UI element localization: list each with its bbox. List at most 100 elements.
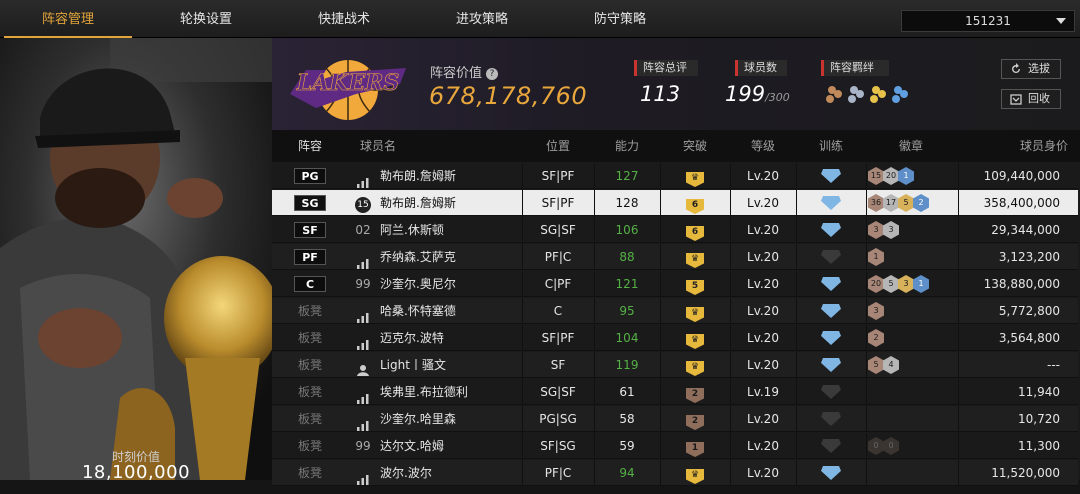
table-row[interactable]: 板凳 Light丨骚文 SF 119 ♛ Lv.20 5 4 --- xyxy=(272,352,1078,378)
breakthrough-cell[interactable]: 6 xyxy=(660,217,730,243)
training-cell[interactable] xyxy=(796,298,866,324)
breakthrough-cell[interactable]: ♛ xyxy=(660,163,730,189)
col-price[interactable]: 球员身价 xyxy=(958,130,1068,162)
col-breakthrough[interactable]: 突破 xyxy=(660,130,730,162)
player-name[interactable]: 哈桑.怀特塞德 xyxy=(380,298,520,324)
lineup-slot[interactable]: 板凳 xyxy=(272,298,348,324)
training-cell[interactable] xyxy=(796,190,866,216)
col-lineup[interactable]: 阵容 xyxy=(272,130,348,162)
table-row[interactable]: SF 02 阿兰.休斯顿 SG|SF 106 6 Lv.20 3 3 29,344,000 xyxy=(272,217,1078,243)
table-row[interactable]: 板凳 迈克尔.波特 SF|PF 104 ♛ Lv.20 2 3,564,800 xyxy=(272,325,1078,351)
breakthrough-cell[interactable]: 2 xyxy=(660,406,730,432)
lineup-slot[interactable]: 板凳 xyxy=(272,433,348,459)
table-row[interactable]: 板凳 沙奎尔.哈里森 PG|SG 58 2 Lv.20 10,720 xyxy=(272,406,1078,432)
lineup-slot[interactable]: SG xyxy=(272,190,348,216)
col-training[interactable]: 训练 xyxy=(796,130,866,162)
badge-list[interactable]: 20 5 3 1 xyxy=(868,271,960,297)
breakthrough-cell[interactable]: 5 xyxy=(660,271,730,297)
table-row[interactable]: PG 勒布朗.詹姆斯 SF|PF 127 ♛ Lv.20 15 20 1 109,440,000 xyxy=(272,163,1078,189)
breakthrough-cell[interactable]: 6 xyxy=(660,190,730,216)
breakthrough-cell[interactable]: ♛ xyxy=(660,298,730,324)
bench-label: 板凳 xyxy=(297,358,322,372)
lineup-slot[interactable]: PF xyxy=(272,244,348,270)
training-cell[interactable] xyxy=(796,433,866,459)
table-row[interactable]: 板凳 埃弗里.布拉德利 SG|SF 61 2 Lv.19 11,940 xyxy=(272,379,1078,405)
tab-lineup-management[interactable]: 阵容管理 xyxy=(0,0,136,38)
table-row[interactable]: C 99 沙奎尔.奥尼尔 C|PF 121 5 Lv.20 20 5 3 1 138,880,000 xyxy=(272,271,1078,297)
col-ability[interactable]: 能力 xyxy=(594,130,660,162)
lineup-slot[interactable]: 板凳 xyxy=(272,406,348,432)
table-row[interactable]: 板凳 波尔.波尔 PF|C 94 ♛ Lv.20 11,520,000 xyxy=(272,460,1078,486)
training-cell[interactable] xyxy=(796,163,866,189)
player-name[interactable]: 沙奎尔.哈里森 xyxy=(380,406,520,432)
player-ability: 94 xyxy=(619,466,635,480)
table-row[interactable]: 板凳 哈桑.怀特塞德 C 95 ♛ Lv.20 3 5,772,800 xyxy=(272,298,1078,324)
table-row[interactable]: SG 15 勒布朗.詹姆斯 SF|PF 128 6 Lv.20 36 17 5 2 358,400,0… xyxy=(272,190,1078,216)
player-name[interactable]: 勒布朗.詹姆斯 xyxy=(380,190,520,216)
player-name[interactable]: 乔纳森.艾萨克 xyxy=(380,244,520,270)
badge-list[interactable]: 36 17 5 2 xyxy=(868,190,960,216)
training-cell[interactable] xyxy=(796,406,866,432)
table-row[interactable]: PF 乔纳森.艾萨克 PF|C 88 ♛ Lv.20 1 3,123,200 xyxy=(272,244,1078,270)
lineup-slot[interactable]: 板凳 xyxy=(272,379,348,405)
player-name[interactable]: 迈克尔.波特 xyxy=(380,325,520,351)
tab-quick-tactics[interactable]: 快捷战术 xyxy=(276,0,412,38)
training-cell[interactable] xyxy=(796,352,866,378)
tab-rotation-settings[interactable]: 轮换设置 xyxy=(138,0,274,38)
badge-list[interactable] xyxy=(868,460,960,486)
badge-list[interactable]: 2 xyxy=(868,325,960,351)
breakthrough-cell[interactable]: ♛ xyxy=(660,460,730,486)
player-name[interactable]: 波尔.波尔 xyxy=(380,460,520,486)
badge-hex-icon: 2 xyxy=(868,329,884,347)
breakthrough-cell[interactable]: ♛ xyxy=(660,244,730,270)
help-icon[interactable]: ? xyxy=(486,68,499,80)
training-cell[interactable] xyxy=(796,379,866,405)
badge-list[interactable]: 1 xyxy=(868,244,960,270)
badge-list[interactable]: 33 xyxy=(868,217,960,243)
badge-list[interactable]: 3 xyxy=(868,298,960,324)
col-name[interactable]: 球员名 xyxy=(348,130,408,162)
training-cell[interactable] xyxy=(796,460,866,486)
col-position[interactable]: 位置 xyxy=(522,130,594,162)
breakthrough-cell[interactable]: 2 xyxy=(660,379,730,405)
badge-list[interactable]: 54 xyxy=(868,352,960,378)
player-name[interactable]: 阿兰.休斯顿 xyxy=(380,217,520,243)
training-cell[interactable] xyxy=(796,325,866,351)
player-name[interactable]: Light丨骚文 xyxy=(380,352,520,378)
player-name[interactable]: 沙奎尔.奥尼尔 xyxy=(380,271,520,297)
tab-defense-strategy[interactable]: 防守策略 xyxy=(552,0,688,38)
lineup-slot[interactable]: 板凳 xyxy=(272,352,348,378)
breakthrough-cell[interactable]: 1 xyxy=(660,433,730,459)
col-level[interactable]: 等级 xyxy=(730,130,796,162)
breakthrough-cell[interactable]: ♛ xyxy=(660,325,730,351)
lineup-slot[interactable]: 板凳 xyxy=(272,460,348,486)
lineup-slot[interactable]: C xyxy=(272,271,348,297)
badge-list[interactable] xyxy=(868,406,960,432)
badge-list[interactable]: 00 xyxy=(868,433,960,459)
badge-list[interactable] xyxy=(868,379,960,405)
training-cell[interactable] xyxy=(796,217,866,243)
lineup-slot[interactable]: 板凳 xyxy=(272,325,348,351)
column-divider xyxy=(866,244,867,270)
team-select[interactable]: 151231 xyxy=(901,10,1075,32)
training-cell[interactable] xyxy=(796,244,866,270)
column-divider xyxy=(866,406,867,432)
stats-bars-icon xyxy=(357,252,369,269)
player-name[interactable]: 达尔文.哈姆 xyxy=(380,433,520,459)
lineup-slot[interactable]: PG xyxy=(272,163,348,189)
select-button[interactable]: 选拔 xyxy=(1001,59,1061,79)
tab-offense-strategy[interactable]: 进攻策略 xyxy=(414,0,550,38)
badge-list[interactable]: 15 20 1 xyxy=(868,163,960,189)
recycle-button[interactable]: 回收 xyxy=(1001,89,1061,109)
player-name[interactable]: 埃弗里.布拉德利 xyxy=(380,379,520,405)
breakthrough-cell[interactable]: ♛ xyxy=(660,352,730,378)
top-nav: 阵容管理 轮换设置 快捷战术 进攻策略 防守策略 151231 xyxy=(0,0,1080,38)
chemistry-icons[interactable] xyxy=(824,84,914,106)
lineup-slot[interactable]: SF xyxy=(272,217,348,243)
training-cell[interactable] xyxy=(796,271,866,297)
column-divider xyxy=(866,460,867,486)
player-name[interactable]: 勒布朗.詹姆斯 xyxy=(380,163,520,189)
table-row[interactable]: 板凳 99 达尔文.哈姆 SF|SG 59 1 Lv.20 0 0 11,300 xyxy=(272,433,1078,459)
player-card[interactable]: 时刻价值 18,100,000 xyxy=(0,38,272,480)
col-badges[interactable]: 徽章 xyxy=(866,130,956,162)
